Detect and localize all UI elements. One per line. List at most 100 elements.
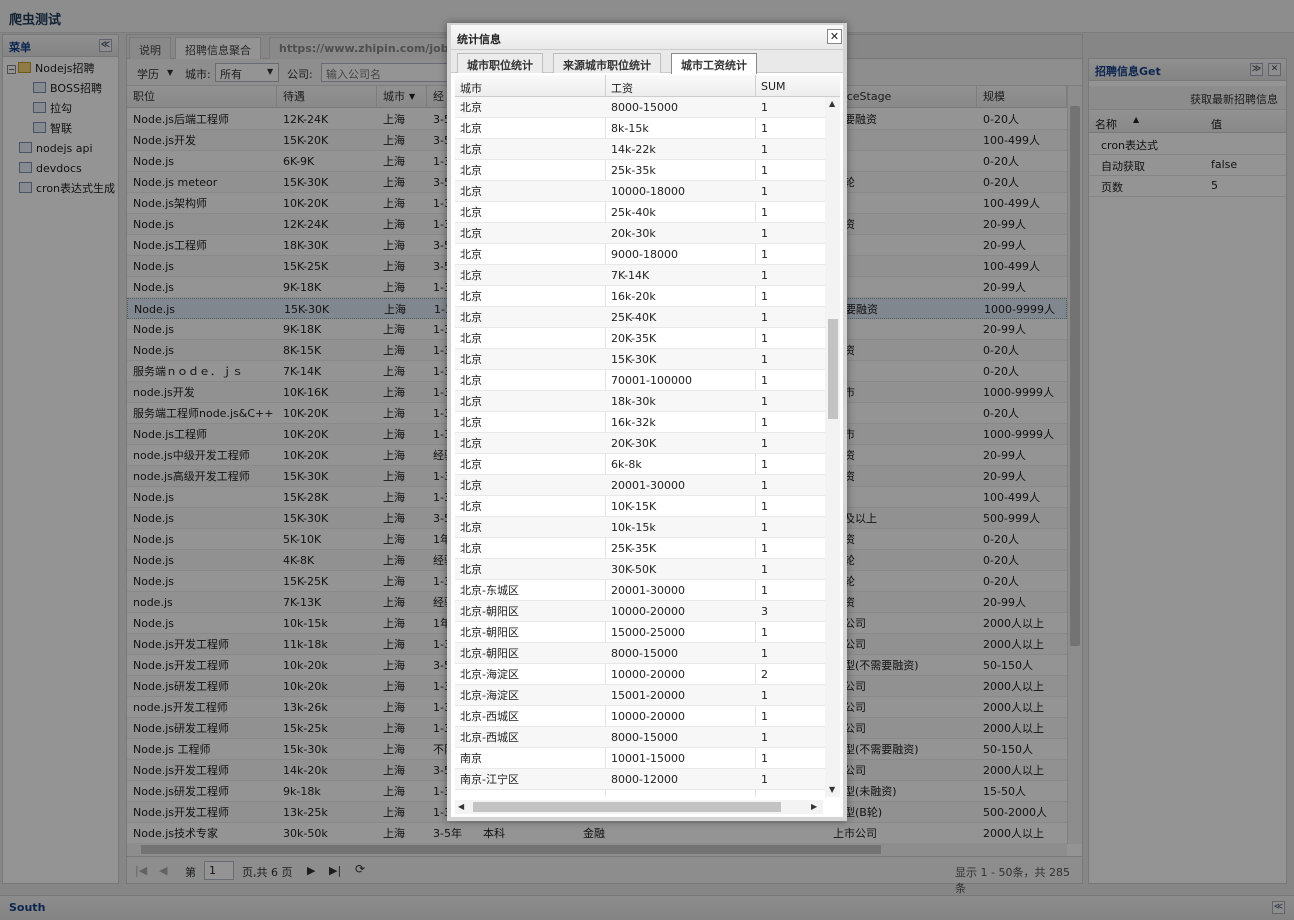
salary-cell: 8000-12000 — [611, 773, 678, 786]
salary-cell: 北京-西城区 — [460, 710, 519, 723]
salary-cell: 南京 — [460, 752, 482, 765]
scroll-left-icon[interactable]: ◀ — [458, 802, 464, 811]
salary-row[interactable]: 北京 7K-14K 1 — [455, 265, 826, 286]
salary-cell: 30K-50K — [611, 563, 657, 576]
salary-cell: 20K-35K — [611, 332, 657, 345]
salary-cell: 1 — [761, 269, 768, 282]
salary-row[interactable]: 北京-海淀区 10000-20000 2 — [455, 664, 826, 685]
salary-cell: 16k-20k — [611, 290, 656, 303]
salary-cell: 1 — [761, 227, 768, 240]
salary-row[interactable]: 北京 8000-15000 1 — [455, 97, 826, 118]
salary-row[interactable]: 北京-朝阳区 8000-15000 1 — [455, 643, 826, 664]
salary-grid-horizontal-thumb[interactable] — [473, 802, 781, 812]
salary-row[interactable]: 北京 25k-35k 1 — [455, 160, 826, 181]
dialog-close-icon[interactable]: ✕ — [827, 29, 842, 44]
salary-row[interactable]: 北京 20K-35K 1 — [455, 328, 826, 349]
salary-cell: 1 — [761, 290, 768, 303]
salary-cell: 北京-朝阳区 — [460, 626, 519, 639]
salary-cell: 18k-30k — [611, 395, 656, 408]
salary-cell: 1 — [761, 458, 768, 471]
tab-source-city-positions[interactable]: 来源城市职位统计 — [553, 53, 661, 73]
salary-row[interactable]: 北京-西城区 10000-20000 1 — [455, 706, 826, 727]
salary-cell: 2 — [761, 668, 768, 681]
salary-cell: 1 — [761, 689, 768, 702]
scroll-down-icon[interactable]: ▼ — [829, 785, 835, 794]
col-divider — [605, 75, 606, 97]
salary-cell: 16k-32k — [611, 416, 656, 429]
salary-row[interactable]: 北京 20k-30k 1 — [455, 223, 826, 244]
salary-cell: 70001-100000 — [611, 374, 692, 387]
salary-cell: 1 — [761, 311, 768, 324]
salary-cell: 1 — [761, 563, 768, 576]
salary-cell: 北京 — [460, 395, 482, 408]
salary-row[interactable]: 北京 6k-8k 1 — [455, 454, 826, 475]
salary-cell: 北京-朝阳区 — [460, 605, 519, 618]
salary-row[interactable]: 北京 8k-15k 1 — [455, 118, 826, 139]
salary-grid-vertical-scrollbar[interactable]: ▲ ▼ — [825, 97, 840, 797]
salary-cell: 10000-20000 — [611, 605, 685, 618]
salary-cell: 南京-江宁区 — [460, 773, 519, 786]
salary-cell: 北京 — [460, 500, 482, 513]
dialog-tabstrip: 城市职位统计 来源城市职位统计 城市工资统计 — [451, 50, 843, 74]
salary-row[interactable]: 北京 18k-30k 1 — [455, 391, 826, 412]
salary-cell: 8000-15000 — [611, 731, 678, 744]
salary-cell: 北京 — [460, 101, 482, 114]
salary-cell: 北京 — [460, 374, 482, 387]
salary-grid-vertical-thumb[interactable] — [828, 319, 838, 419]
salary-cell: 北京 — [460, 143, 482, 156]
salary-cell: 1 — [761, 122, 768, 135]
tab-city-positions[interactable]: 城市职位统计 — [457, 53, 543, 73]
salary-row[interactable]: 北京 10k-15k 1 — [455, 517, 826, 538]
col-divider — [755, 75, 756, 97]
salary-col-salary[interactable]: 工资 — [611, 80, 633, 96]
salary-row[interactable]: 北京 25K-35K 1 — [455, 538, 826, 559]
salary-row[interactable]: 北京 10000-18000 1 — [455, 181, 826, 202]
salary-cell: 20K-30K — [611, 437, 657, 450]
salary-grid-horizontal-scrollbar[interactable]: ◀ ▶ — [455, 800, 823, 814]
salary-row[interactable]: 北京 10K-15K 1 — [455, 496, 826, 517]
salary-row[interactable]: 北京-朝阳区 10000-20000 3 — [455, 601, 826, 622]
salary-cell: 10000-18000 — [611, 185, 685, 198]
salary-row[interactable]: 北京 20K-30K 1 — [455, 433, 826, 454]
salary-cell: 9000-18000 — [611, 248, 678, 261]
salary-cell: 1 — [761, 626, 768, 639]
salary-cell: 10001-15000 — [611, 752, 685, 765]
salary-cell: 3 — [761, 605, 768, 618]
salary-row[interactable]: 北京-海淀区 15001-20000 1 — [455, 685, 826, 706]
salary-row[interactable]: 北京 15K-30K 1 — [455, 349, 826, 370]
salary-row[interactable]: 北京-朝阳区 15000-25000 1 — [455, 622, 826, 643]
salary-row[interactable]: 南京 10001-15000 1 — [455, 748, 826, 769]
salary-cell: 北京 — [460, 521, 482, 534]
salary-row[interactable]: 北京 20001-30000 1 — [455, 475, 826, 496]
salary-row[interactable]: 北京 16k-32k 1 — [455, 412, 826, 433]
salary-row[interactable]: 北京 16k-20k 1 — [455, 286, 826, 307]
scroll-up-icon[interactable]: ▲ — [829, 99, 835, 108]
scroll-right-icon[interactable]: ▶ — [811, 802, 817, 811]
salary-col-city[interactable]: 城市 — [460, 80, 482, 96]
salary-cell: 10k-15k — [611, 521, 656, 534]
salary-row[interactable]: 南京-江宁区 8000-12000 1 — [455, 769, 826, 790]
salary-cell: 1 — [761, 479, 768, 492]
salary-cell: 1 — [761, 500, 768, 513]
salary-row[interactable]: 北京 14k-22k 1 — [455, 139, 826, 160]
tab-city-salary[interactable]: 城市工资统计 — [671, 53, 757, 74]
salary-col-sum[interactable]: SUM — [761, 80, 786, 93]
salary-cell: 8000-15000 — [611, 647, 678, 660]
salary-cell: 25K-35K — [611, 542, 657, 555]
salary-cell: 北京 — [460, 269, 482, 282]
salary-cell: 20k-30k — [611, 227, 656, 240]
salary-row[interactable]: 北京 30K-50K 1 — [455, 559, 826, 580]
salary-row[interactable]: 北京-西城区 8000-15000 1 — [455, 727, 826, 748]
salary-row[interactable]: 北京 70001-100000 1 — [455, 370, 826, 391]
salary-row[interactable]: 北京 25K-40K 1 — [455, 307, 826, 328]
salary-row[interactable]: 北京-东城区 20001-30000 1 — [455, 580, 826, 601]
salary-cell: 25k-35k — [611, 164, 656, 177]
salary-cell: 北京 — [460, 479, 482, 492]
salary-cell: 8000-15000 — [611, 101, 678, 114]
salary-row[interactable]: 北京 25k-40k 1 — [455, 202, 826, 223]
salary-cell: 北京 — [460, 563, 482, 576]
salary-cell: 8k-15k — [611, 122, 649, 135]
salary-row[interactable]: 北京 9000-18000 1 — [455, 244, 826, 265]
salary-cell: 1 — [761, 521, 768, 534]
salary-cell: 6k-8k — [611, 458, 642, 471]
